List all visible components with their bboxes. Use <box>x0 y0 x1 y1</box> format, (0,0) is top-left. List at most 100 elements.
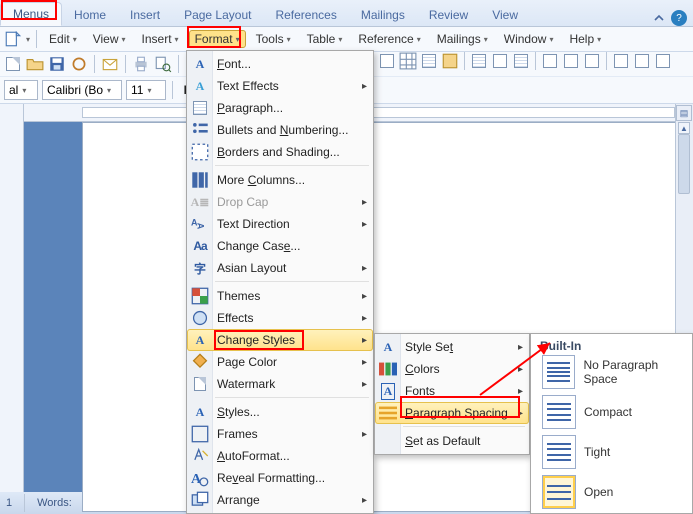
menu-table[interactable]: Table▾ <box>301 30 349 48</box>
format-asian-layout[interactable]: 字Asian Layout▸ <box>187 257 373 279</box>
autoformat-icon <box>191 447 209 465</box>
font-icon: A <box>191 55 209 73</box>
file-menu-dd[interactable]: ▾ <box>26 35 30 44</box>
spacing-open[interactable]: Open <box>542 475 613 509</box>
menu-window[interactable]: Window▾ <box>498 30 560 48</box>
menu-reference[interactable]: Reference▾ <box>352 30 426 48</box>
menu-row: ▾ Edit▾ View▾ Insert▾ Format▾ Tools▾ Tab… <box>0 27 693 52</box>
styles-style-set[interactable]: AStyle Set▸ <box>375 336 529 358</box>
format-more-columns[interactable]: More Columns... <box>187 169 373 191</box>
format-watermark[interactable]: Watermark▸ <box>187 373 373 395</box>
status-page[interactable]: 1 <box>6 497 12 509</box>
aux-icon-12[interactable] <box>633 52 651 70</box>
format-font[interactable]: AFont... <box>187 53 373 75</box>
menu-tools[interactable]: Tools▾ <box>250 30 297 48</box>
minimize-ribbon-icon[interactable] <box>651 10 667 26</box>
save-icon[interactable] <box>48 55 66 73</box>
fonts-icon: A <box>379 382 397 400</box>
aux-icon-2[interactable] <box>399 52 417 70</box>
aux-icon-7[interactable] <box>512 52 530 70</box>
spacing-heading: Built-In <box>540 339 581 353</box>
spacing-compact[interactable]: Compact <box>542 395 632 429</box>
change-case-icon: Aa <box>191 237 209 255</box>
format-frames[interactable]: Frames▸ <box>187 423 373 445</box>
email-icon[interactable] <box>101 55 119 73</box>
print-preview-icon[interactable] <box>154 55 172 73</box>
tab-mailings[interactable]: Mailings <box>349 4 417 26</box>
menu-insert[interactable]: Insert▾ <box>136 30 185 48</box>
new-doc-icon[interactable] <box>4 55 22 73</box>
format-styles[interactable]: AStyles... <box>187 401 373 423</box>
page-color-icon <box>191 353 209 371</box>
arrange-icon <box>191 491 209 509</box>
format-paragraph[interactable]: Paragraph... <box>187 97 373 119</box>
aux-icon-3[interactable] <box>420 52 438 70</box>
menu-edit[interactable]: Edit▾ <box>43 30 83 48</box>
aux-icon-9[interactable] <box>562 52 580 70</box>
styles-fonts[interactable]: AFonts▸ <box>375 380 529 402</box>
tab-review[interactable]: Review <box>417 4 480 26</box>
aux-icon-10[interactable] <box>583 52 601 70</box>
paragraph-spacing-icon <box>379 404 397 422</box>
themes-icon <box>191 287 209 305</box>
menu-mailings[interactable]: Mailings▾ <box>431 30 494 48</box>
tab-view[interactable]: View <box>480 4 530 26</box>
tab-menus[interactable]: Menus <box>0 2 62 26</box>
format-effects[interactable]: Effects▸ <box>187 307 373 329</box>
format-reveal[interactable]: AReveal Formatting... <box>187 467 373 489</box>
format-borders[interactable]: Borders and Shading... <box>187 141 373 163</box>
ruler-toggle-icon[interactable]: ▤ <box>676 105 692 121</box>
spacing-tight[interactable]: Tight <box>542 435 610 469</box>
aux-icon-6[interactable] <box>491 52 509 70</box>
tab-insert[interactable]: Insert <box>118 4 172 26</box>
open-icon[interactable] <box>26 55 44 73</box>
format-text-effects[interactable]: AText Effects▸ <box>187 75 373 97</box>
aux-icon-8[interactable] <box>541 52 559 70</box>
format-dropdown: AFont... AText Effects▸ Paragraph... Bul… <box>186 50 374 514</box>
permission-icon[interactable] <box>70 55 88 73</box>
aux-icon-5[interactable] <box>470 52 488 70</box>
styles-paragraph-spacing[interactable]: Paragraph Spacing▸ <box>375 402 529 424</box>
help-icon[interactable]: ? <box>671 10 687 26</box>
styles-colors[interactable]: Colors▸ <box>375 358 529 380</box>
aux-icon-4[interactable] <box>441 52 459 70</box>
reveal-icon: A <box>191 469 209 487</box>
font-name-combo[interactable]: Calibri (Bo▾ <box>42 80 122 100</box>
watermark-icon <box>191 375 209 393</box>
aux-icon-11[interactable] <box>612 52 630 70</box>
aux-icon-1[interactable] <box>378 52 396 70</box>
change-styles-icon: A <box>191 331 209 349</box>
menu-view[interactable]: View▾ <box>87 30 132 48</box>
aux-icon-13[interactable] <box>654 52 672 70</box>
format-bullets[interactable]: Bullets and Numbering... <box>187 119 373 141</box>
bullets-icon <box>191 121 209 139</box>
format-change-styles[interactable]: AChange Styles▸ <box>187 329 373 351</box>
font-size-combo[interactable]: 11▾ <box>126 80 166 100</box>
scroll-thumb[interactable] <box>678 134 690 194</box>
tab-references[interactable]: References <box>263 4 348 26</box>
borders-icon <box>191 143 209 161</box>
style-combo[interactable]: al▾ <box>4 80 38 100</box>
blank-icon <box>379 432 397 450</box>
styles-set-default[interactable]: Set as Default <box>375 430 529 452</box>
tab-home[interactable]: Home <box>62 4 118 26</box>
format-drop-cap: A≣Drop Cap▸ <box>187 191 373 213</box>
format-arrange[interactable]: Arrange▸ <box>187 489 373 511</box>
text-direction-icon: AA <box>191 215 209 233</box>
print-icon[interactable] <box>132 55 150 73</box>
format-autoformat[interactable]: AutoFormat... <box>187 445 373 467</box>
menu-format[interactable]: Format▾ <box>189 30 246 48</box>
aux-toolbar <box>378 52 672 70</box>
format-themes[interactable]: Themes▸ <box>187 285 373 307</box>
scroll-up-icon[interactable]: ▲ <box>678 122 690 134</box>
file-menu-icon[interactable] <box>4 30 22 48</box>
format-page-color[interactable]: Page Color▸ <box>187 351 373 373</box>
dropcap-icon: A≣ <box>191 193 209 211</box>
spacing-no-space[interactable]: No Paragraph Space <box>542 355 693 389</box>
format-change-case[interactable]: AaChange Case... <box>187 235 373 257</box>
text-effects-icon: A <box>191 77 209 95</box>
change-styles-submenu: AStyle Set▸ Colors▸ AFonts▸ Paragraph Sp… <box>374 333 530 455</box>
tab-page-layout[interactable]: Page Layout <box>172 4 263 26</box>
menu-help[interactable]: Help▾ <box>563 30 607 48</box>
format-text-direction[interactable]: AAText Direction▸ <box>187 213 373 235</box>
